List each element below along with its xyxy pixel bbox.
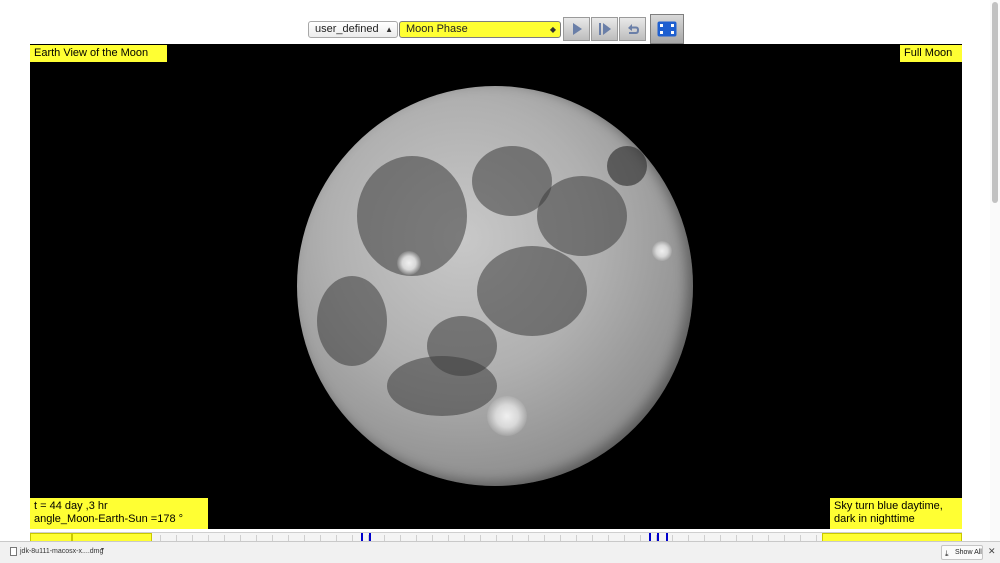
sky-text-line2: dark in nighttime bbox=[834, 513, 915, 525]
show-all-button[interactable]: ⤓ Show All bbox=[941, 545, 983, 560]
sky-text-line1: Sky turn blue daytime, bbox=[834, 500, 943, 512]
view-select-value: Moon Phase bbox=[406, 23, 468, 35]
mode-select-value: user_defined bbox=[315, 23, 379, 35]
moon-image bbox=[297, 86, 693, 486]
time-angle-label: t = 44 day ,3 hr angle_Moon-Earth-Sun =1… bbox=[30, 498, 208, 529]
reset-button[interactable] bbox=[619, 17, 646, 41]
mode-select[interactable]: user_defined ▲ bbox=[308, 21, 398, 38]
chevron-down-icon[interactable]: ▾ bbox=[101, 546, 104, 553]
close-icon[interactable]: ✕ bbox=[988, 546, 996, 557]
show-all-label: Show All bbox=[955, 549, 982, 556]
app-window: user_defined ▲ Moon Phase ◆ Earth View o… bbox=[0, 0, 1000, 563]
download-icon: ⤓ bbox=[945, 549, 949, 558]
select-arrows-icon: ▲ bbox=[385, 25, 393, 34]
file-icon bbox=[10, 547, 17, 556]
download-file-name: jdk-8u111-macosx-x....dmg bbox=[20, 548, 104, 555]
reset-icon bbox=[627, 24, 639, 34]
play-icon bbox=[572, 23, 582, 35]
play-button[interactable] bbox=[563, 17, 590, 41]
step-forward-icon bbox=[598, 23, 611, 35]
view-title-label: Earth View of the Moon bbox=[30, 45, 167, 62]
angle-text: angle_Moon-Earth-Sun =178 ° bbox=[34, 513, 184, 525]
select-arrows-icon: ◆ bbox=[549, 25, 556, 34]
phase-label: Full Moon bbox=[900, 45, 962, 62]
download-bar: jdk-8u111-macosx-x....dmg ▾ ⤓ Show All ✕ bbox=[0, 541, 1000, 563]
view-select[interactable]: Moon Phase ◆ bbox=[399, 21, 561, 38]
fullscreen-icon bbox=[657, 21, 677, 37]
download-item[interactable]: jdk-8u111-macosx-x....dmg bbox=[8, 545, 108, 560]
scrollbar-thumb[interactable] bbox=[992, 2, 998, 203]
time-text: t = 44 day ,3 hr bbox=[34, 500, 108, 512]
page-scrollbar[interactable] bbox=[990, 0, 1000, 541]
step-button[interactable] bbox=[591, 17, 618, 41]
sky-info-label: Sky turn blue daytime, dark in nighttime bbox=[830, 498, 962, 529]
moon-view: Earth View of the Moon Full Moon t = 44 … bbox=[30, 44, 962, 529]
fullscreen-button[interactable] bbox=[650, 14, 684, 44]
